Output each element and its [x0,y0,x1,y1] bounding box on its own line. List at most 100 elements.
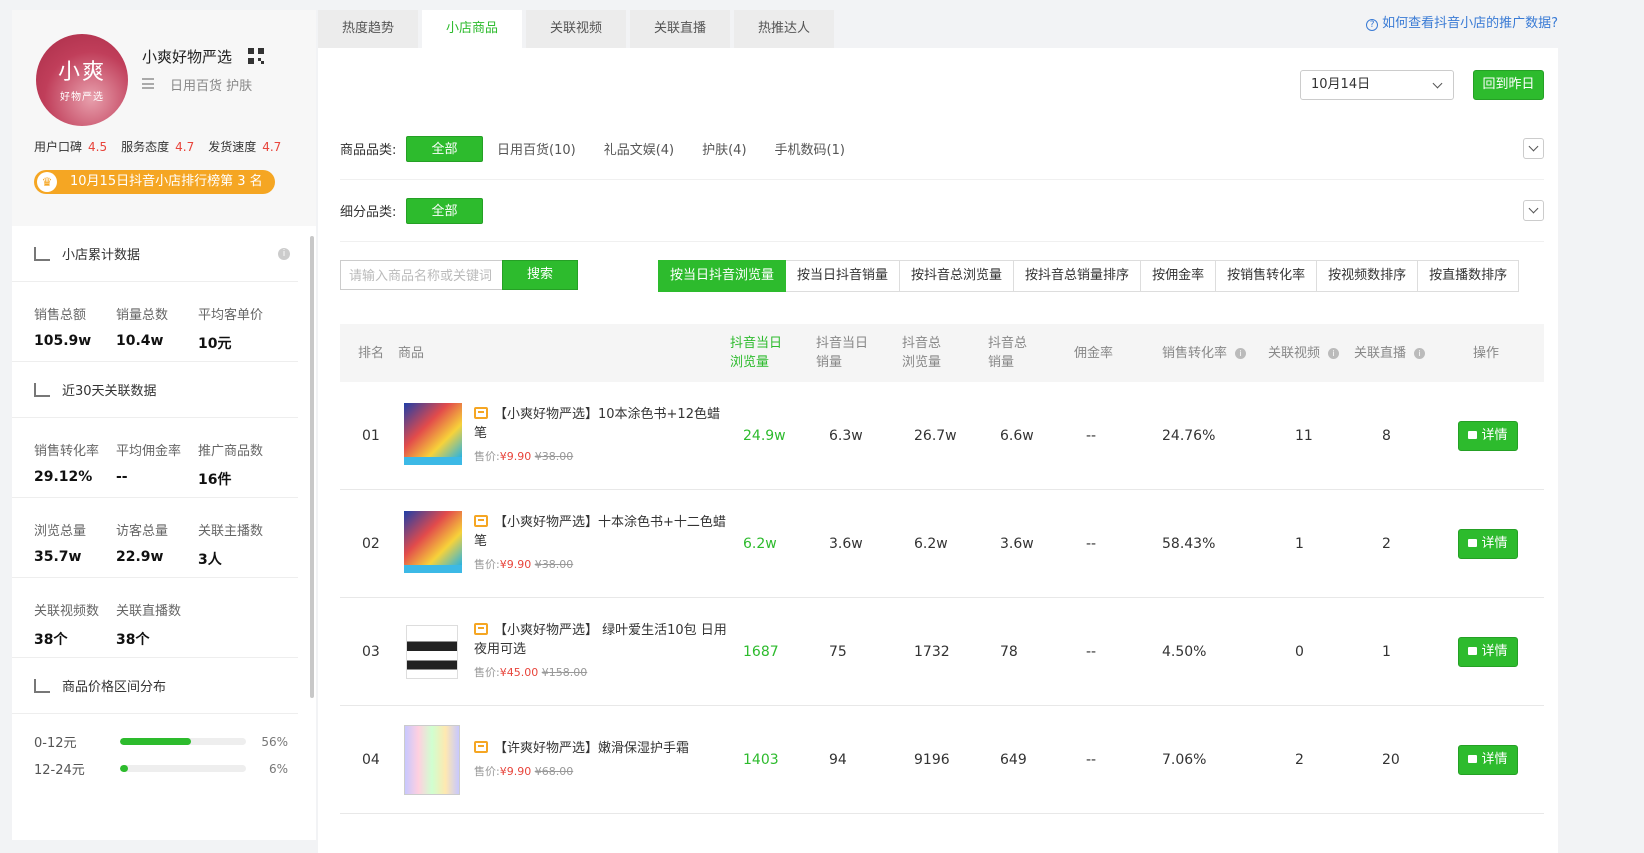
sort-conversion-button[interactable]: 按销售转化率 [1216,260,1318,292]
shopping-bag-icon [1468,430,1478,439]
category-option[interactable]: 手机数码(1) [775,139,845,158]
price-range-percent: 56% [261,734,288,749]
header-conversion[interactable]: 销售转化率 i [1162,344,1247,363]
header-total-views[interactable]: 抖音总浏览量 [902,334,950,372]
tab-shop-products[interactable]: 小店商品 [422,10,522,48]
expand-category-icon[interactable] [1523,138,1544,159]
sort-day-sales-button[interactable]: 按当日抖音销量 [786,260,901,292]
stat-item: 平均佣金率 -- [116,440,198,497]
stat-value: -- [116,469,128,485]
price-label: 售价: [474,558,500,571]
sort-videos-button[interactable]: 按视频数排序 [1317,260,1419,292]
header-action: 操作 [1473,345,1500,361]
sort-total-sales-button[interactable]: 按抖音总销量排序 [1014,260,1142,292]
stat-value: 10.4w [116,333,164,349]
expand-subcategory-icon[interactable] [1523,200,1544,221]
main-content: 热度趋势 小店商品 关联视频 关联直播 热推达人 ? 如何查看抖音小店的推广数据?… [318,0,1644,853]
cumulative-section-header: 小店累计数据 i [12,226,298,282]
rating-label: 用户口碑 [34,140,83,154]
shop-icon [474,623,488,635]
product-title[interactable]: 【小爽好物严选】10本涂色书+12色蜡笔 [474,405,730,443]
back-to-yesterday-button[interactable]: 回到昨日 [1473,70,1544,100]
header-day-views[interactable]: 抖音当日浏览量 [730,334,790,372]
category-option[interactable]: 日用百货(10) [497,139,576,158]
shop-name: 小爽好物严选 [142,48,233,66]
tab-top-promoters[interactable]: 热推达人 [734,10,834,48]
section-title: 商品价格区间分布 [62,680,167,695]
detail-button[interactable]: 详情 [1458,744,1518,775]
cell-conversion: 7.06% [1162,751,1207,768]
qr-code-icon[interactable] [248,48,264,64]
cell-total-views: 1732 [914,643,950,660]
sort-day-views-button[interactable]: 按当日抖音浏览量 [658,260,787,292]
tab-related-videos[interactable]: 关联视频 [526,10,626,48]
cell-conversion: 58.43% [1162,535,1216,552]
header-lives[interactable]: 关联直播 i [1354,344,1426,363]
date-select[interactable]: 10月14日 [1300,70,1454,100]
sort-lives-button[interactable]: 按直播数排序 [1418,260,1520,292]
header-total-sales[interactable]: 抖音总销量 [988,334,1036,372]
price-range-percent: 6% [268,761,288,776]
product-info: 【小爽好物严选】 绿叶爱生活10包 日用夜用可选 售价:¥45.00 ¥158.0… [474,621,730,682]
sort-commission-button[interactable]: 按佣金率 [1141,260,1217,292]
stat-value: 105.9w [34,333,92,349]
help-link[interactable]: ? 如何查看抖音小店的推广数据? [1366,12,1558,31]
search-button[interactable]: 搜索 [502,260,578,290]
shop-icon [474,740,488,753]
header-videos[interactable]: 关联视频 i [1268,344,1340,363]
detail-button[interactable]: 详情 [1458,528,1518,559]
cell-total-sales: 649 [1000,751,1027,768]
current-price: ¥9.90 [499,558,532,571]
cell-videos: 2 [1295,751,1304,768]
product-image[interactable] [400,615,466,689]
shop-icon [474,407,488,419]
product-title-text: 【许爽好物严选】嫩滑保湿护手霜 [494,740,690,756]
info-icon[interactable]: i [1235,347,1247,359]
tab-heat-trend[interactable]: 热度趋势 [318,10,418,48]
product-image[interactable] [400,399,466,473]
header-day-sales[interactable]: 抖音当日销量 [816,334,876,372]
bar-chart-icon [34,246,50,261]
info-icon[interactable]: i [1328,347,1340,359]
product-info: 【许爽好物严选】嫩滑保湿护手霜 售价:¥9.90 ¥68.00 [474,739,730,781]
rating-label: 发货速度 [208,140,257,154]
product-title[interactable]: 【许爽好物严选】嫩滑保湿护手霜 [474,739,730,758]
product-search-input[interactable] [340,260,502,290]
stat-item: 访客总量 22.9w [116,520,198,577]
header-commission[interactable]: 佣金率 [1074,344,1113,363]
table-row: 03 【小爽好物严选】 绿叶爱生活10包 日用夜用可选 售价:¥45.00 ¥158… [340,598,1544,706]
detail-button-label: 详情 [1481,427,1508,443]
tab-related-live[interactable]: 关联直播 [630,10,730,48]
stat-label: 销量总数 [116,308,169,323]
stat-label: 访客总量 [116,524,169,539]
cell-conversion: 4.50% [1162,643,1207,660]
stat-label: 销售转化率 [34,444,100,459]
category-option[interactable]: 礼品文娱(4) [604,139,674,158]
detail-button[interactable]: 详情 [1458,420,1518,451]
rank-badge[interactable]: ♛ 10月15日抖音小店排行榜第 3 名 [34,170,275,194]
category-option[interactable]: 护肤(4) [702,139,746,158]
info-icon[interactable]: i [1414,347,1426,359]
detail-button-label: 详情 [1481,535,1508,551]
product-image[interactable] [400,723,466,797]
avatar-text: 小爽 [57,60,106,85]
subcategory-filter-row: 细分品类: 全部 [340,180,1544,242]
cell-videos: 0 [1295,643,1304,660]
products-panel: 10月14日 回到昨日 商品品类: 全部 日用百货(10) 礼品文娱(4) 护肤… [318,48,1558,853]
detail-button[interactable]: 详情 [1458,636,1518,667]
date-select-value: 10月14日 [1311,77,1371,92]
stat-label: 关联直播数 [116,604,182,619]
product-title[interactable]: 【小爽好物严选】十本涂色书+十二色蜡笔 [474,513,730,551]
product-info: 【小爽好物严选】10本涂色书+12色蜡笔 售价:¥9.90 ¥38.00 [474,405,730,466]
product-title[interactable]: 【小爽好物严选】 绿叶爱生活10包 日用夜用可选 [474,621,730,659]
cell-day-views: 1403 [743,751,779,768]
category-all-button[interactable]: 全部 [406,135,483,162]
sidebar-scrollbar[interactable] [310,236,314,698]
product-image[interactable] [400,507,466,581]
cell-total-views: 26.7w [914,427,957,444]
products-table: 排名 商品 抖音当日浏览量 抖音当日销量 抖音总浏览量 抖音总销量 佣金率 销售… [340,324,1544,814]
sort-total-views-button[interactable]: 按抖音总浏览量 [900,260,1015,292]
stat-value: 35.7w [34,549,82,565]
info-icon[interactable]: i [278,247,290,260]
subcategory-all-button[interactable]: 全部 [406,197,483,224]
